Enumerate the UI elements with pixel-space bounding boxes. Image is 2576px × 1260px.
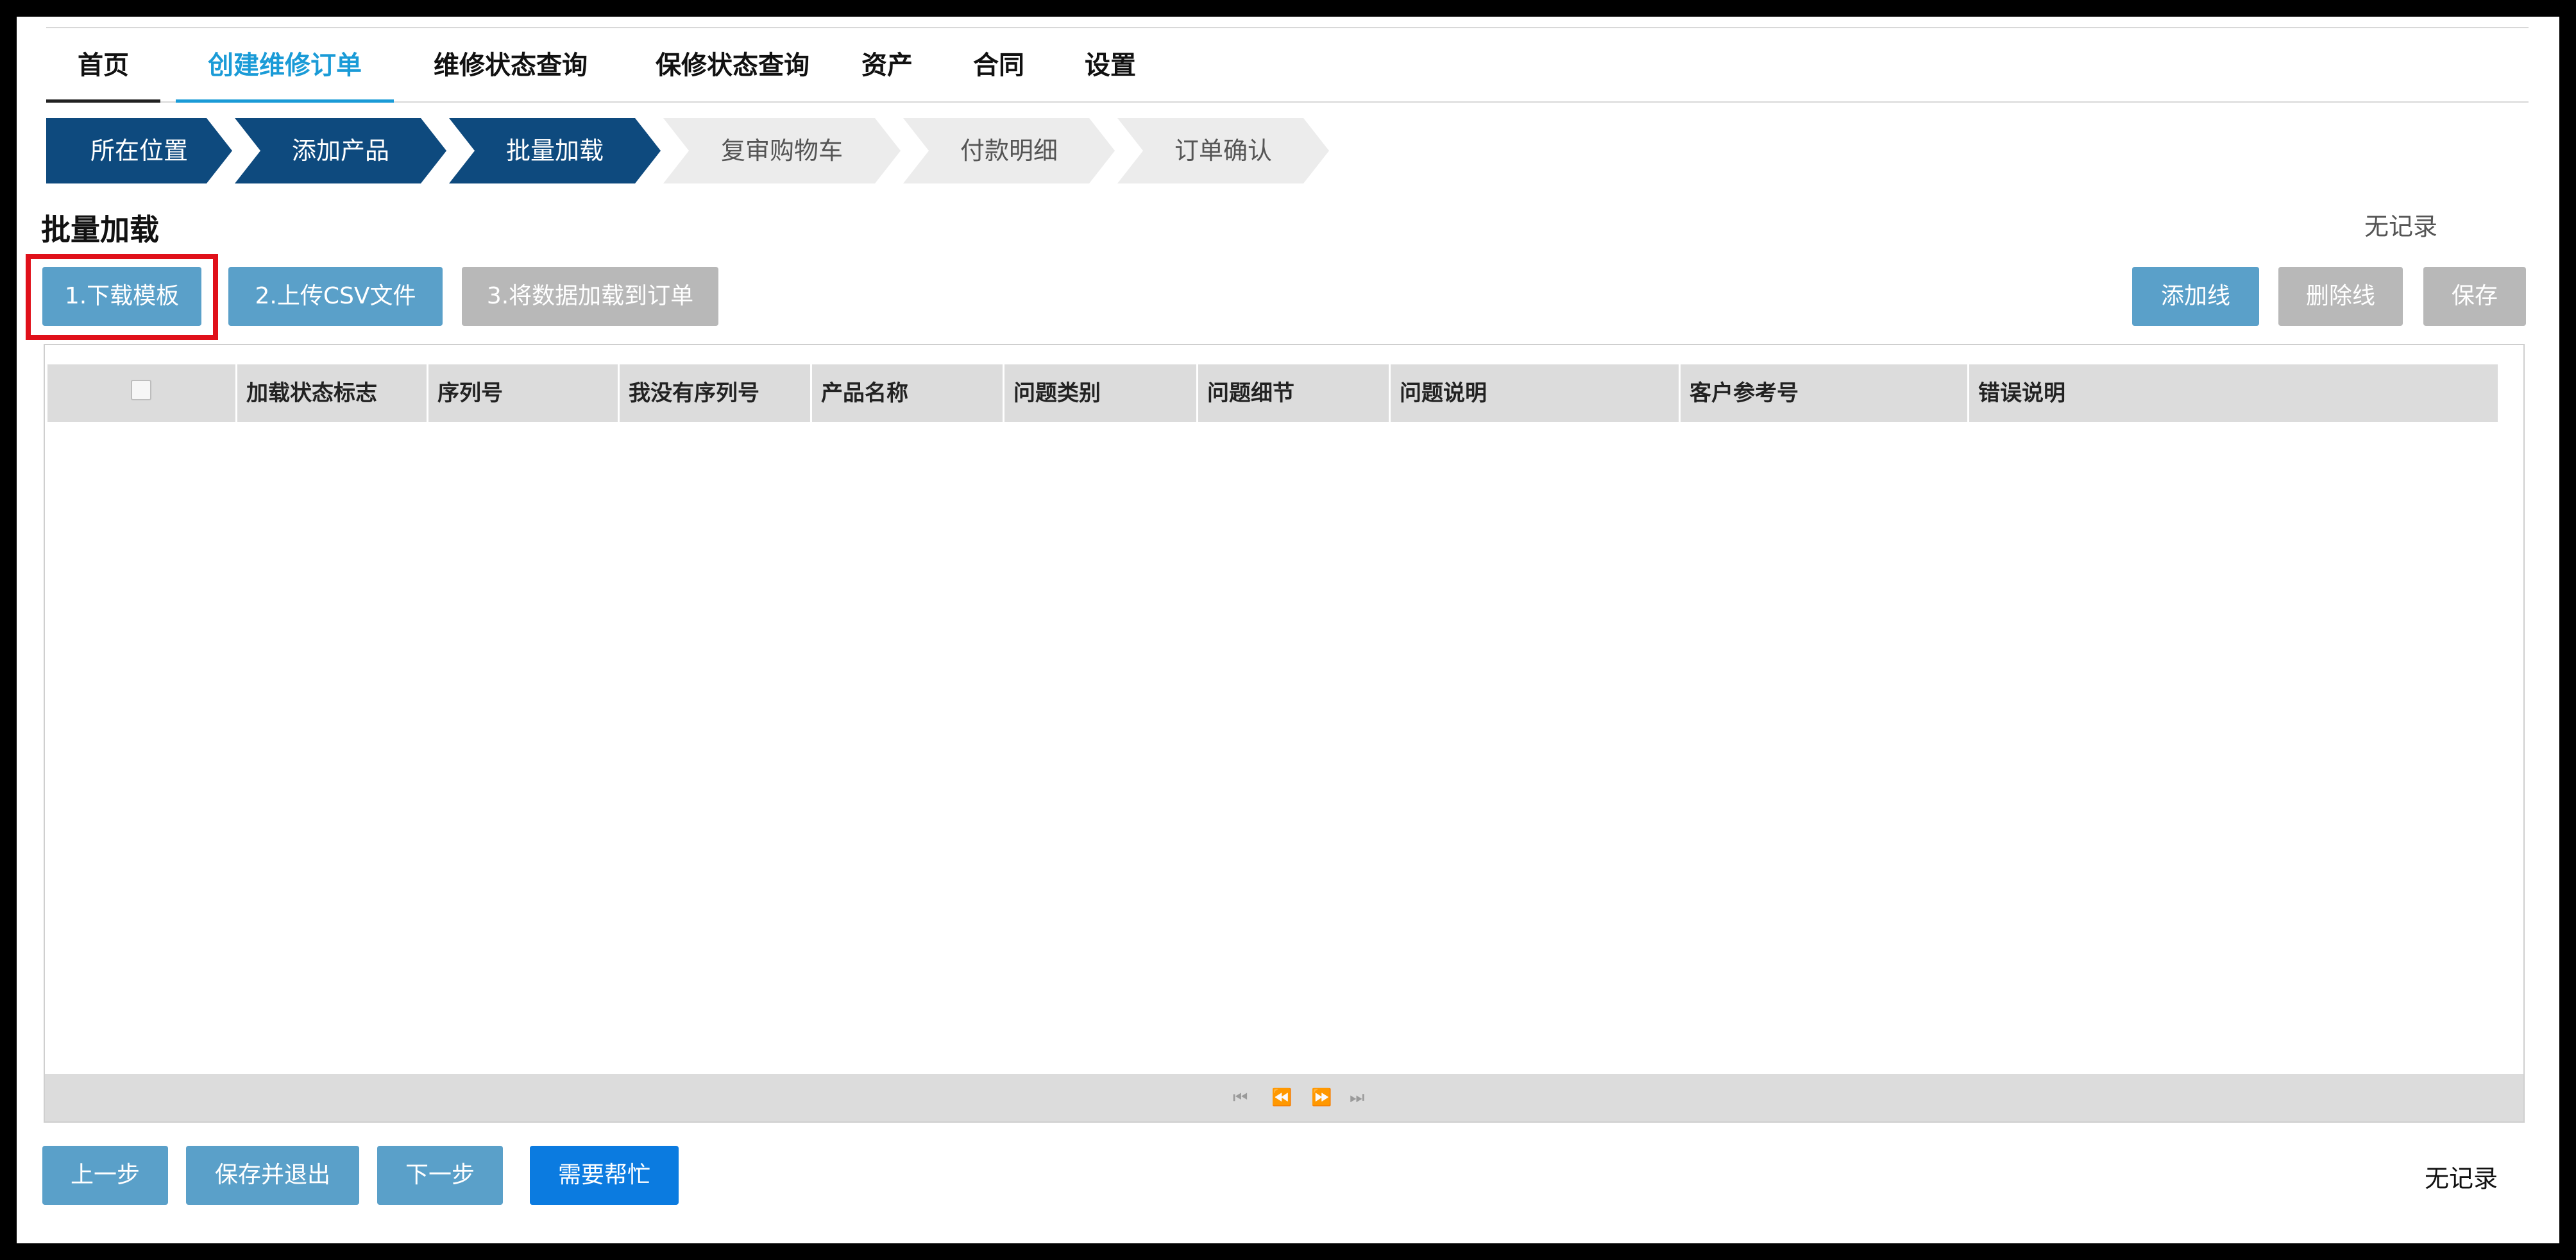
column-header[interactable]: 加载状态标志 (237, 364, 428, 422)
app-frame: 首页 创建维修订单 维修状态查询 保修状态查询 资产 合同 设置 所在位置 添加… (17, 17, 2559, 1243)
delete-line-button[interactable]: 删除线 (2278, 267, 2403, 326)
column-header[interactable]: 问题细节 (1198, 364, 1391, 422)
step-payment-details: 付款明细 (903, 118, 1115, 183)
next-page-icon[interactable]: ⏩ (1311, 1074, 1332, 1121)
load-to-order-button[interactable]: 3.将数据加载到订单 (462, 267, 718, 326)
top-nav: 首页 创建维修订单 维修状态查询 保修状态查询 资产 合同 设置 (46, 27, 2529, 103)
column-header[interactable]: 产品名称 (812, 364, 1004, 422)
record-status-bottom: 无记录 (2424, 1164, 2498, 1193)
help-button[interactable]: 需要帮忙 (530, 1146, 679, 1205)
record-status-top: 无记录 (2364, 212, 2437, 241)
step-bulk-load[interactable]: 批量加载 (449, 118, 661, 183)
column-header[interactable]: 序列号 (428, 364, 620, 422)
column-header[interactable]: 客户参考号 (1681, 364, 1969, 422)
column-header[interactable]: 我没有序列号 (620, 364, 812, 422)
column-header[interactable]: 问题说明 (1391, 364, 1681, 422)
step-order-confirm: 订单确认 (1117, 118, 1329, 183)
column-header[interactable]: 错误说明 (1969, 364, 2498, 422)
nav-settings[interactable]: 设置 (1075, 28, 1146, 103)
grid-header: 加载状态标志 序列号 我没有序列号 产品名称 问题类别 问题细节 问题说明 客户… (47, 364, 2498, 422)
column-header[interactable]: 问题类别 (1004, 364, 1198, 422)
save-button[interactable]: 保存 (2423, 267, 2526, 326)
prev-step-button[interactable]: 上一步 (42, 1146, 168, 1205)
last-page-icon[interactable]: ⏭ (1350, 1074, 1364, 1121)
step-add-product[interactable]: 添加产品 (235, 118, 446, 183)
nav-contracts[interactable]: 合同 (963, 28, 1034, 103)
nav-assets[interactable]: 资产 (852, 28, 922, 103)
add-line-button[interactable]: 添加线 (2132, 267, 2259, 326)
page-title: 批量加载 (41, 212, 159, 247)
step-location[interactable]: 所在位置 (46, 118, 232, 183)
nav-create-repair-order[interactable]: 创建维修订单 (176, 28, 394, 103)
select-all-checkbox[interactable] (131, 380, 151, 400)
nav-home[interactable]: 首页 (46, 28, 160, 103)
download-template-button[interactable]: 1.下载模板 (42, 267, 201, 326)
nav-repair-status[interactable]: 维修状态查询 (408, 28, 613, 103)
grid-pager: ⏮ ⏪ ⏩ ⏭ (45, 1074, 2523, 1121)
next-step-button[interactable]: 下一步 (377, 1146, 503, 1205)
nav-warranty-status[interactable]: 保修状态查询 (630, 28, 835, 103)
upload-csv-button[interactable]: 2.上传CSV文件 (228, 267, 443, 326)
step-review-cart: 复审购物车 (663, 118, 901, 183)
first-page-icon[interactable]: ⏮ (1233, 1074, 1248, 1121)
select-all-column (47, 364, 237, 422)
prev-page-icon[interactable]: ⏪ (1271, 1074, 1292, 1121)
save-and-exit-button[interactable]: 保存并退出 (186, 1146, 359, 1205)
bulk-load-grid: 加载状态标志 序列号 我没有序列号 产品名称 问题类别 问题细节 问题说明 客户… (44, 344, 2525, 1123)
